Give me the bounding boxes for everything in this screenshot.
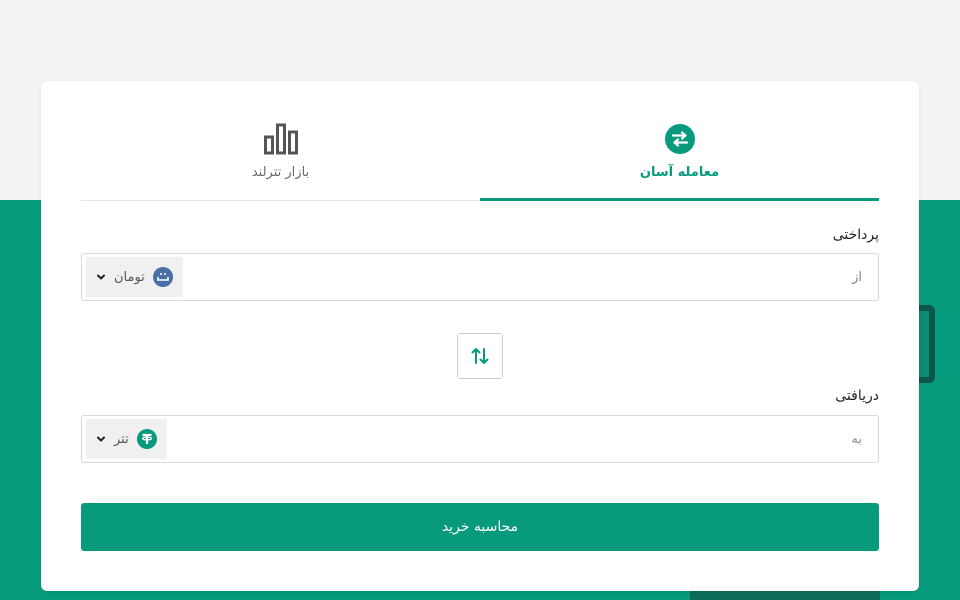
pay-label: پرداختی [832,227,879,243]
trade-card: معامله آسان بازار تترلند پرداختی از توما… [41,81,919,591]
tab-tetherland-market-label: بازار تترلند [251,165,310,180]
receive-field: تتر [81,415,879,463]
tab-easy-trade-label: معامله آسان [639,165,720,180]
swap-vertical-icon [470,346,490,366]
tab-tetherland-market[interactable]: بازار تترلند [81,81,480,200]
chevron-down-icon [96,272,106,282]
receive-amount-input[interactable] [166,416,878,462]
receive-currency-name: تتر [114,431,129,447]
pay-field: تومان [81,253,879,301]
chevron-down-icon [96,434,106,444]
tab-bar: معامله آسان بازار تترلند [81,81,879,201]
receive-currency-select[interactable]: تتر [86,419,167,459]
tab-easy-trade[interactable]: معامله آسان [480,81,879,201]
calculate-buy-button[interactable]: محاسبه خرید [81,503,879,551]
pay-currency-name: تومان [114,269,145,285]
toman-icon [152,267,173,287]
exchange-arrows-icon [664,123,696,155]
swap-button[interactable] [457,333,503,379]
pay-currency-select[interactable]: تومان [86,257,183,297]
receive-label: دریافتی [835,388,879,404]
bar-chart-icon [263,123,299,155]
pay-amount-input[interactable] [182,254,878,300]
tether-icon [136,429,157,449]
